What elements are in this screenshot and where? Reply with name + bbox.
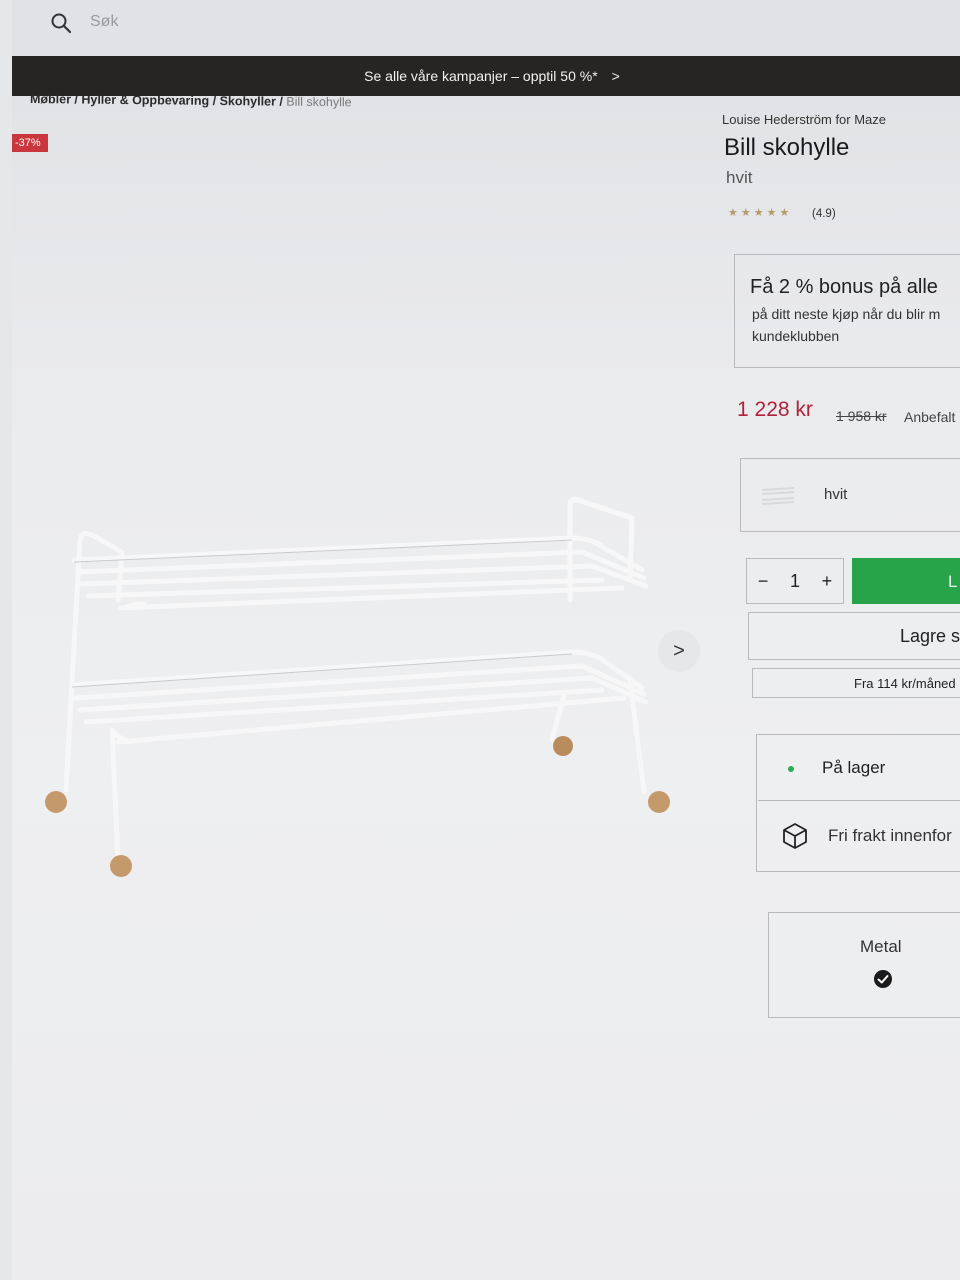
quantity-stepper: − 1 + xyxy=(746,558,844,604)
finance-label: Fra 114 kr/måned xyxy=(854,676,956,691)
product-variant: hvit xyxy=(726,168,753,187)
top-bar: Søk xyxy=(12,0,960,52)
material-label: Metal xyxy=(860,937,902,956)
old-price: 1 958 kr xyxy=(836,408,887,424)
breadcrumb-link[interactable]: Hyller & Oppbevaring xyxy=(81,93,209,108)
chevron-right-icon: > xyxy=(673,639,685,662)
increase-button[interactable]: + xyxy=(822,571,833,592)
divider xyxy=(758,800,960,801)
save-button-label: Lagre s xyxy=(900,626,960,646)
current-price: 1 228 kr xyxy=(737,398,813,421)
promo-text: Se alle våre kampanjer – opptil 50 %* xyxy=(364,68,598,84)
breadcrumb-link[interactable]: Skohyller xyxy=(220,94,276,109)
recommended-price-label: Anbefalt xyxy=(904,409,956,425)
search-input[interactable]: Søk xyxy=(90,13,118,31)
discount-badge: -37% xyxy=(12,134,48,152)
next-image-button[interactable]: > xyxy=(658,630,700,672)
material-option[interactable] xyxy=(768,912,960,1018)
delivery-info-box xyxy=(756,734,960,872)
package-icon xyxy=(783,823,807,849)
product-title: Bill skohylle xyxy=(724,134,850,161)
bonus-title: Få 2 % bonus på alle xyxy=(750,276,938,298)
screen: Søk Se alle våre kampanjer – opptil 50 %… xyxy=(12,0,960,1280)
chevron-right-icon: > xyxy=(611,68,620,84)
rating-value[interactable]: (4.9) xyxy=(812,208,836,220)
stock-status: På lager xyxy=(822,758,886,777)
decrease-button[interactable]: − xyxy=(758,571,769,592)
free-shipping-text[interactable]: Fri frakt innenfor xyxy=(828,826,952,846)
quantity-value[interactable]: 1 xyxy=(790,571,800,592)
bonus-text: kundeklubben xyxy=(752,328,840,344)
add-to-cart-button[interactable]: L xyxy=(852,558,960,604)
add-to-cart-label: L xyxy=(948,572,958,591)
color-label: hvit xyxy=(824,486,848,503)
bonus-text: på ditt neste kjøp når du blir m xyxy=(752,306,941,322)
breadcrumb: Møbler / Hyller & Oppbevaring / Skohylle… xyxy=(29,92,352,110)
in-stock-dot-icon xyxy=(788,766,794,772)
color-swatch-thumbnail xyxy=(761,487,795,505)
search-icon[interactable] xyxy=(50,12,72,34)
breadcrumb-link[interactable]: Møbler xyxy=(30,92,71,106)
star-rating-icon[interactable]: ★★★★★ xyxy=(728,206,792,219)
promo-banner[interactable]: Se alle våre kampanjer – opptil 50 %* > xyxy=(12,56,960,96)
product-image xyxy=(45,497,670,877)
product-brand[interactable]: Louise Hederström for Maze xyxy=(722,112,886,127)
check-icon xyxy=(874,970,892,988)
breadcrumb-current: Bill skohylle xyxy=(286,94,352,110)
